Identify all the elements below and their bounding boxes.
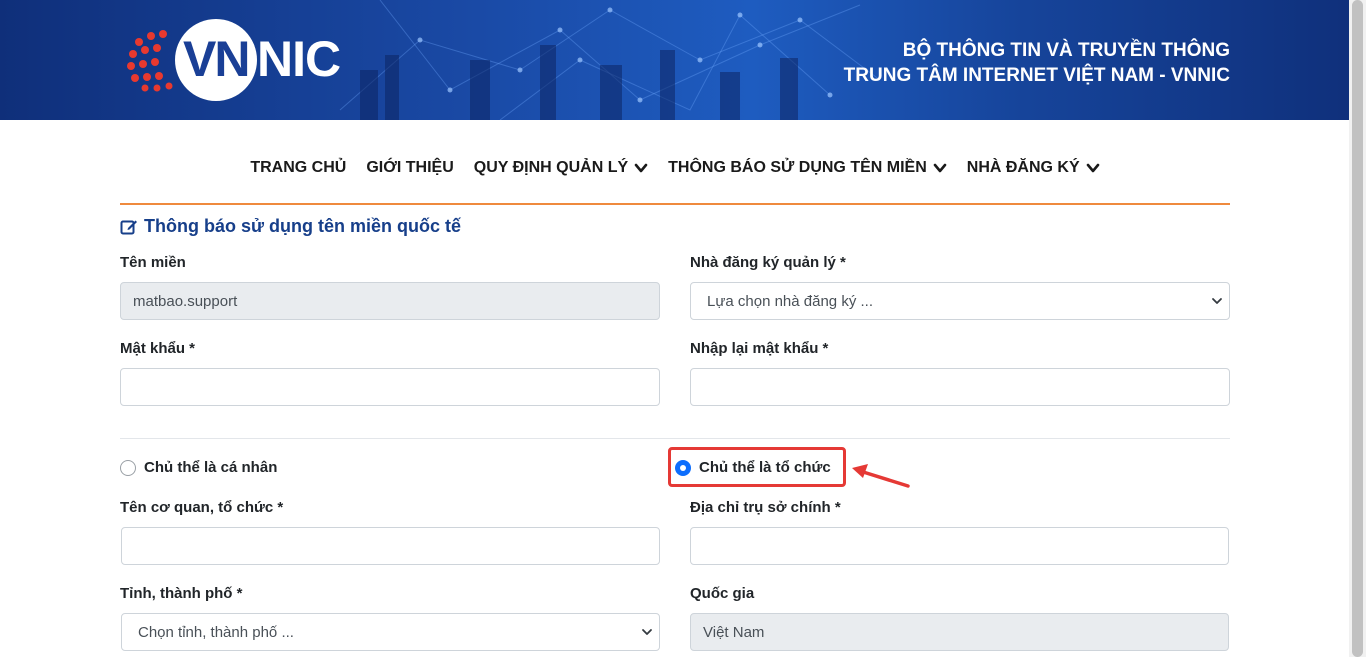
country-value: Việt Nam: [703, 623, 765, 641]
header-banner: VN NIC BỘ THÔNG TIN VÀ TRUYỀN THÔNG TRUN…: [0, 0, 1366, 120]
ministry-name: BỘ THÔNG TIN VÀ TRUYỀN THÔNG: [902, 40, 1230, 61]
registrar-label: Nhà đăng ký quản lý *: [690, 254, 846, 271]
country-input[interactable]: Việt Nam: [690, 613, 1229, 651]
nav-item-registrars[interactable]: NHÀ ĐĂNG KÝ: [967, 159, 1100, 177]
radio-individual[interactable]: [120, 459, 136, 476]
nav-item-label: THÔNG BÁO SỬ DỤNG TÊN MIỀN: [668, 159, 927, 176]
nav-item-regulations[interactable]: QUY ĐỊNH QUẢN LÝ: [474, 159, 648, 177]
registrar-selected-value: Lựa chọn nhà đăng ký ...: [707, 292, 873, 310]
nav-divider: [120, 203, 1230, 205]
nav-item-label: QUY ĐỊNH QUẢN LÝ: [473, 159, 629, 176]
country-label: Quốc gia: [690, 585, 755, 602]
province-label: Tỉnh, thành phố *: [120, 585, 243, 602]
scrollbar-thumb[interactable]: [1352, 0, 1363, 657]
chevron-down-icon: [1212, 298, 1222, 304]
form-title-text: Thông báo sử dụng tên miền quốc tế: [144, 216, 462, 236]
center-name: TRUNG TÂM INTERNET VIỆT NAM - VNNIC: [843, 65, 1230, 86]
org-name-input[interactable]: [121, 527, 660, 565]
logo-vn-text: VN: [183, 31, 250, 87]
password-input[interactable]: [120, 368, 660, 406]
chevron-down-icon: [634, 163, 648, 173]
form-title: Thông báo sử dụng tên miền quốc tế: [120, 216, 461, 237]
domain-input[interactable]: matbao.support: [120, 282, 660, 320]
nav-item-label: GIỚI THIỆU: [366, 159, 454, 176]
province-selected-value: Chọn tỉnh, thành phố ...: [138, 623, 294, 641]
nav-item-home[interactable]: TRANG CHỦ: [250, 159, 346, 177]
password-confirm-input[interactable]: [690, 368, 1230, 406]
main-navigation: TRANG CHỦ GIỚI THIỆU QUY ĐỊNH QUẢN LÝ TH…: [120, 150, 1230, 186]
org-name-label: Tên cơ quan, tổ chức *: [120, 499, 284, 516]
province-select[interactable]: Chọn tỉnh, thành phố ...: [121, 613, 660, 651]
domain-label: Tên miền: [120, 254, 186, 271]
nav-item-label: TRANG CHỦ: [250, 159, 347, 176]
section-divider: [120, 438, 1230, 439]
nav-item-domain-notice[interactable]: THÔNG BÁO SỬ DỤNG TÊN MIỀN: [668, 159, 947, 177]
address-label: Địa chỉ trụ sở chính *: [690, 499, 841, 516]
edit-icon: [120, 220, 137, 234]
password-label: Mật khẩu *: [120, 340, 196, 357]
nav-item-label: NHÀ ĐĂNG KÝ: [966, 159, 1080, 176]
registrar-select[interactable]: Lựa chọn nhà đăng ký ...: [690, 282, 1230, 320]
domain-value: matbao.support: [133, 292, 238, 310]
logo-nic-text: NIC: [257, 31, 341, 87]
subject-individual-label: Chủ thể là cá nhân: [144, 459, 278, 476]
password-confirm-label: Nhập lại mật khẩu *: [690, 340, 829, 357]
chevron-down-icon: [1086, 163, 1099, 173]
address-input[interactable]: [690, 527, 1229, 565]
chevron-down-icon: [933, 163, 947, 173]
subject-individual-option[interactable]: Chủ thể là cá nhân: [120, 459, 277, 476]
page-scrollbar[interactable]: [1349, 0, 1366, 657]
annotation-arrow-icon: [852, 464, 910, 488]
nav-item-about[interactable]: GIỚI THIỆU: [366, 159, 453, 177]
vnnic-logo[interactable]: VN NIC: [125, 18, 341, 102]
annotation-highlight-box: [668, 447, 846, 487]
chevron-down-icon: [642, 629, 652, 635]
organization-name: BỘ THÔNG TIN VÀ TRUYỀN THÔNG TRUNG TÂM I…: [844, 38, 1230, 88]
